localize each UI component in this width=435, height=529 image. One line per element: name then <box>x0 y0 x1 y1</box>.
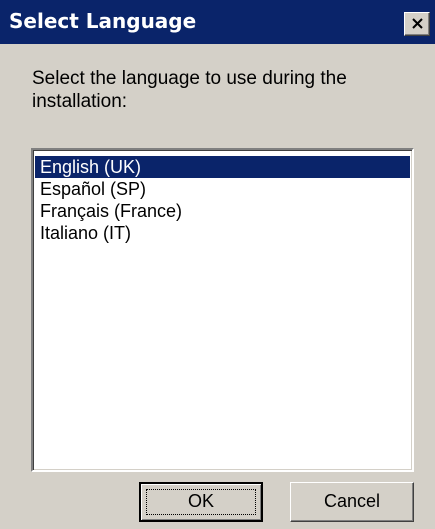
title-bar[interactable]: Select Language <box>0 0 435 44</box>
cancel-button[interactable]: Cancel <box>290 482 414 522</box>
cancel-button-label: Cancel <box>323 491 381 511</box>
close-icon <box>412 18 423 29</box>
list-item-francais-france[interactable]: Français (France) <box>35 200 410 222</box>
ok-button[interactable]: OK <box>139 482 263 522</box>
list-item-italiano-it[interactable]: Italiano (IT) <box>35 222 410 244</box>
select-language-dialog: Select Language Select the language to u… <box>0 0 435 529</box>
window-title: Select Language <box>9 9 197 33</box>
ok-button-label: OK <box>187 491 214 511</box>
close-button[interactable] <box>404 12 430 36</box>
language-listbox[interactable]: English (UK) Español (SP) Français (Fran… <box>31 148 414 472</box>
instruction-text: Select the language to use during the in… <box>32 68 347 112</box>
list-item-espanol-sp[interactable]: Español (SP) <box>35 178 410 200</box>
list-item-english-uk[interactable]: English (UK) <box>35 156 410 178</box>
